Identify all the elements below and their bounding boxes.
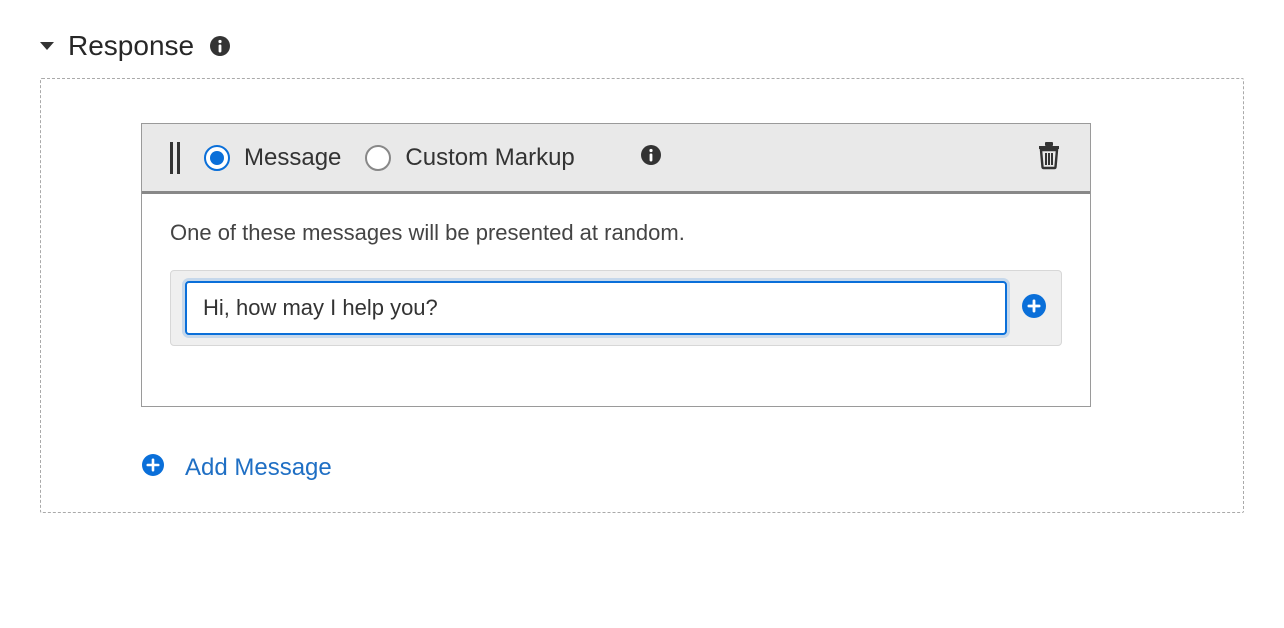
- trash-icon[interactable]: [1036, 140, 1062, 175]
- response-panel: Message Custom Markup: [40, 78, 1244, 513]
- section-title: Response: [68, 30, 194, 62]
- plus-circle-icon[interactable]: [1021, 293, 1047, 324]
- helper-text: One of these messages will be presented …: [170, 220, 1062, 246]
- card-header: Message Custom Markup: [142, 124, 1090, 194]
- section-header: Response: [40, 30, 1244, 62]
- radio-custom-markup-label: Custom Markup: [405, 144, 574, 172]
- radio-icon: [365, 145, 391, 171]
- plus-circle-icon: [141, 453, 165, 482]
- radio-message[interactable]: Message: [204, 144, 341, 172]
- caret-down-icon[interactable]: [40, 42, 54, 50]
- radio-icon-selected: [204, 145, 230, 171]
- card-body: One of these messages will be presented …: [142, 194, 1090, 406]
- message-card: Message Custom Markup: [141, 123, 1091, 407]
- drag-handle-icon[interactable]: [170, 142, 180, 174]
- message-input[interactable]: [185, 281, 1007, 335]
- info-icon[interactable]: [208, 34, 232, 58]
- message-input-row: [170, 270, 1062, 346]
- radio-custom-markup[interactable]: Custom Markup: [365, 144, 574, 172]
- add-message-button[interactable]: Add Message: [141, 453, 332, 482]
- radio-message-label: Message: [244, 144, 341, 172]
- info-icon[interactable]: [639, 143, 663, 172]
- add-message-label: Add Message: [185, 454, 332, 482]
